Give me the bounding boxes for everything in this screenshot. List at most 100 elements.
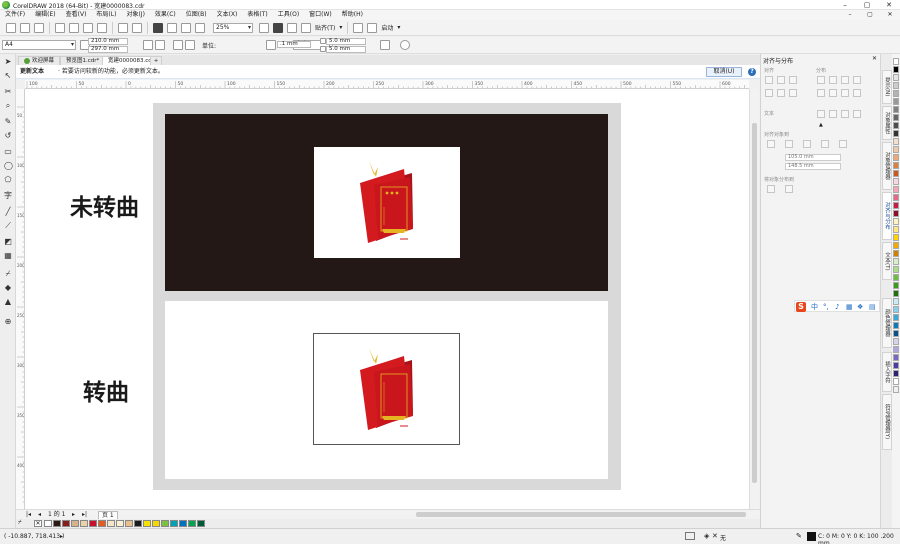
tab-welcome[interactable]: 欢迎屏幕 xyxy=(18,56,61,65)
zoom-tool-icon[interactable]: ⌕ xyxy=(4,102,12,110)
ime-voice-icon[interactable]: ♪ xyxy=(835,303,839,311)
side-tab-align-distribute[interactable]: 对齐与分布 xyxy=(882,192,892,240)
ime-tools-icon[interactable]: ▤ xyxy=(869,303,876,311)
align-option-icon[interactable] xyxy=(789,89,797,97)
palette-swatch[interactable] xyxy=(53,520,61,527)
artboard-converted[interactable] xyxy=(165,301,608,479)
align-option-icon[interactable] xyxy=(777,89,785,97)
book-card-curves[interactable] xyxy=(313,333,460,445)
horizontal-ruler[interactable]: 100 50 0 50 100 150 200 250 300 350 400 450 500 550 60… xyxy=(25,80,749,89)
eyedropper-icon[interactable]: ⌿ xyxy=(18,519,22,527)
outline-color-swatch[interactable] xyxy=(807,532,816,541)
align-option-icon[interactable] xyxy=(829,76,837,84)
chevron-down-icon[interactable]: ▾ xyxy=(339,24,342,31)
align-option-icon[interactable] xyxy=(789,76,797,84)
freehand-tool-icon[interactable]: ✎ xyxy=(4,118,12,126)
align-option-icon[interactable] xyxy=(765,89,773,97)
align-option-icon[interactable] xyxy=(817,110,825,118)
menu-window[interactable]: 窗口(W) xyxy=(304,10,337,20)
align-y-field[interactable]: 148.5 mm xyxy=(785,163,841,170)
import-icon[interactable] xyxy=(167,22,177,33)
palette-swatch[interactable] xyxy=(170,520,178,527)
snap-icon[interactable] xyxy=(301,22,311,33)
align-option-icon[interactable] xyxy=(777,76,785,84)
duplicate-distance-y-field[interactable]: 5.0 mm xyxy=(326,46,366,53)
nudge-distance-field[interactable]: .1 mm xyxy=(277,41,311,48)
vertical-palette-swatch[interactable] xyxy=(893,162,899,169)
align-x-field[interactable]: 105.0 mm xyxy=(785,154,841,161)
vertical-palette-swatch[interactable] xyxy=(893,314,899,321)
vertical-palette-swatch[interactable] xyxy=(893,146,899,153)
menu-text[interactable]: 文本(X) xyxy=(212,10,243,20)
collapse-arrow-icon[interactable]: ▲ xyxy=(819,122,823,128)
vertical-palette-swatch[interactable] xyxy=(893,122,899,129)
align-option-icon[interactable] xyxy=(841,76,849,84)
text-tool-icon[interactable]: 字 xyxy=(4,192,12,200)
vertical-palette-swatch[interactable] xyxy=(893,74,899,81)
first-page-button[interactable]: |◂ xyxy=(26,511,31,519)
palette-swatch[interactable] xyxy=(161,520,169,527)
vertical-palette-swatch[interactable] xyxy=(893,258,899,265)
ime-skin-icon[interactable]: ❖ xyxy=(857,303,863,311)
vertical-palette-swatch[interactable] xyxy=(893,170,899,177)
close-docker-icon[interactable]: ✕ xyxy=(872,55,877,62)
chevron-down-icon[interactable]: ▾ xyxy=(397,24,400,31)
vertical-palette-swatch[interactable] xyxy=(893,82,899,89)
vertical-palette-swatch[interactable] xyxy=(893,66,899,73)
vertical-palette-swatch[interactable] xyxy=(893,322,899,329)
menu-layout[interactable]: 布局(L) xyxy=(91,10,121,20)
drawing-canvas[interactable]: 未转曲 转曲 xyxy=(25,89,749,509)
parallel-dimension-icon[interactable]: ╱ xyxy=(4,208,12,216)
ime-punctuation-icon[interactable]: °, xyxy=(823,303,829,311)
cut-icon[interactable] xyxy=(69,22,79,33)
landscape-icon[interactable] xyxy=(155,40,165,50)
tab-preview-doc[interactable]: 预览图1.cdr* xyxy=(60,56,106,65)
vertical-palette-swatch[interactable] xyxy=(893,242,899,249)
menu-view[interactable]: 查看(V) xyxy=(61,10,92,20)
palette-swatch[interactable] xyxy=(116,520,124,527)
menu-bitmaps[interactable]: 位图(B) xyxy=(181,10,212,20)
align-option-icon[interactable] xyxy=(853,110,861,118)
book-card-text[interactable] xyxy=(314,147,460,258)
export-icon[interactable] xyxy=(181,22,191,33)
page-size-combo[interactable]: A4 xyxy=(2,40,76,50)
cancel-update-button[interactable]: 取消(U) xyxy=(706,67,742,77)
palette-swatch[interactable] xyxy=(98,520,106,527)
align-option-icon[interactable] xyxy=(785,140,793,148)
sogou-ime-icon[interactable]: S xyxy=(796,302,806,312)
vertical-palette-swatch[interactable] xyxy=(893,106,899,113)
align-option-icon[interactable] xyxy=(765,76,773,84)
page-height-field[interactable]: 297.0 mm xyxy=(88,46,128,53)
align-option-icon[interactable] xyxy=(829,89,837,97)
palette-swatch[interactable] xyxy=(107,520,115,527)
maximize-button[interactable]: ▢ xyxy=(856,0,878,10)
side-tab-text[interactable]: 文本(T) xyxy=(882,242,892,280)
align-option-icon[interactable] xyxy=(829,110,837,118)
help-icon[interactable]: ? xyxy=(748,68,756,76)
side-tab-symbol-manager[interactable]: 符号管理器(Y) xyxy=(882,394,892,450)
treat-as-filled-icon[interactable] xyxy=(380,40,390,50)
menu-object[interactable]: 对象(J) xyxy=(121,10,149,20)
vertical-palette-swatch[interactable] xyxy=(893,114,899,121)
vertical-palette-swatch[interactable] xyxy=(893,218,899,225)
menu-edit[interactable]: 编辑(E) xyxy=(30,10,60,20)
vertical-palette-swatch[interactable] xyxy=(893,186,899,193)
menu-effects[interactable]: 效果(C) xyxy=(150,10,181,20)
undo-icon[interactable] xyxy=(118,22,128,33)
launch-app-icon[interactable] xyxy=(367,22,378,33)
prev-page-button[interactable]: ◂ xyxy=(38,511,41,519)
menu-tools[interactable]: 工具(O) xyxy=(273,10,304,20)
label-not-converted[interactable]: 未转曲 xyxy=(70,188,139,222)
vertical-palette-swatch[interactable] xyxy=(893,378,899,385)
vertical-palette-swatch[interactable] xyxy=(893,154,899,161)
interactive-fill-icon[interactable]: ◆ xyxy=(4,284,12,292)
palette-swatch[interactable] xyxy=(143,520,151,527)
options-gear-icon[interactable] xyxy=(353,22,364,33)
horizontal-scroll-thumb[interactable] xyxy=(416,512,746,517)
menu-table[interactable]: 表格(T) xyxy=(242,10,272,20)
connector-tool-icon[interactable]: ⟋ xyxy=(4,222,12,230)
drop-shadow-icon[interactable]: ◩ xyxy=(4,238,12,246)
vertical-ruler[interactable]: 50 100 150 200 250 300 350 400 xyxy=(16,89,25,509)
palette-swatch[interactable] xyxy=(179,520,187,527)
vertical-palette-swatch[interactable] xyxy=(893,98,899,105)
